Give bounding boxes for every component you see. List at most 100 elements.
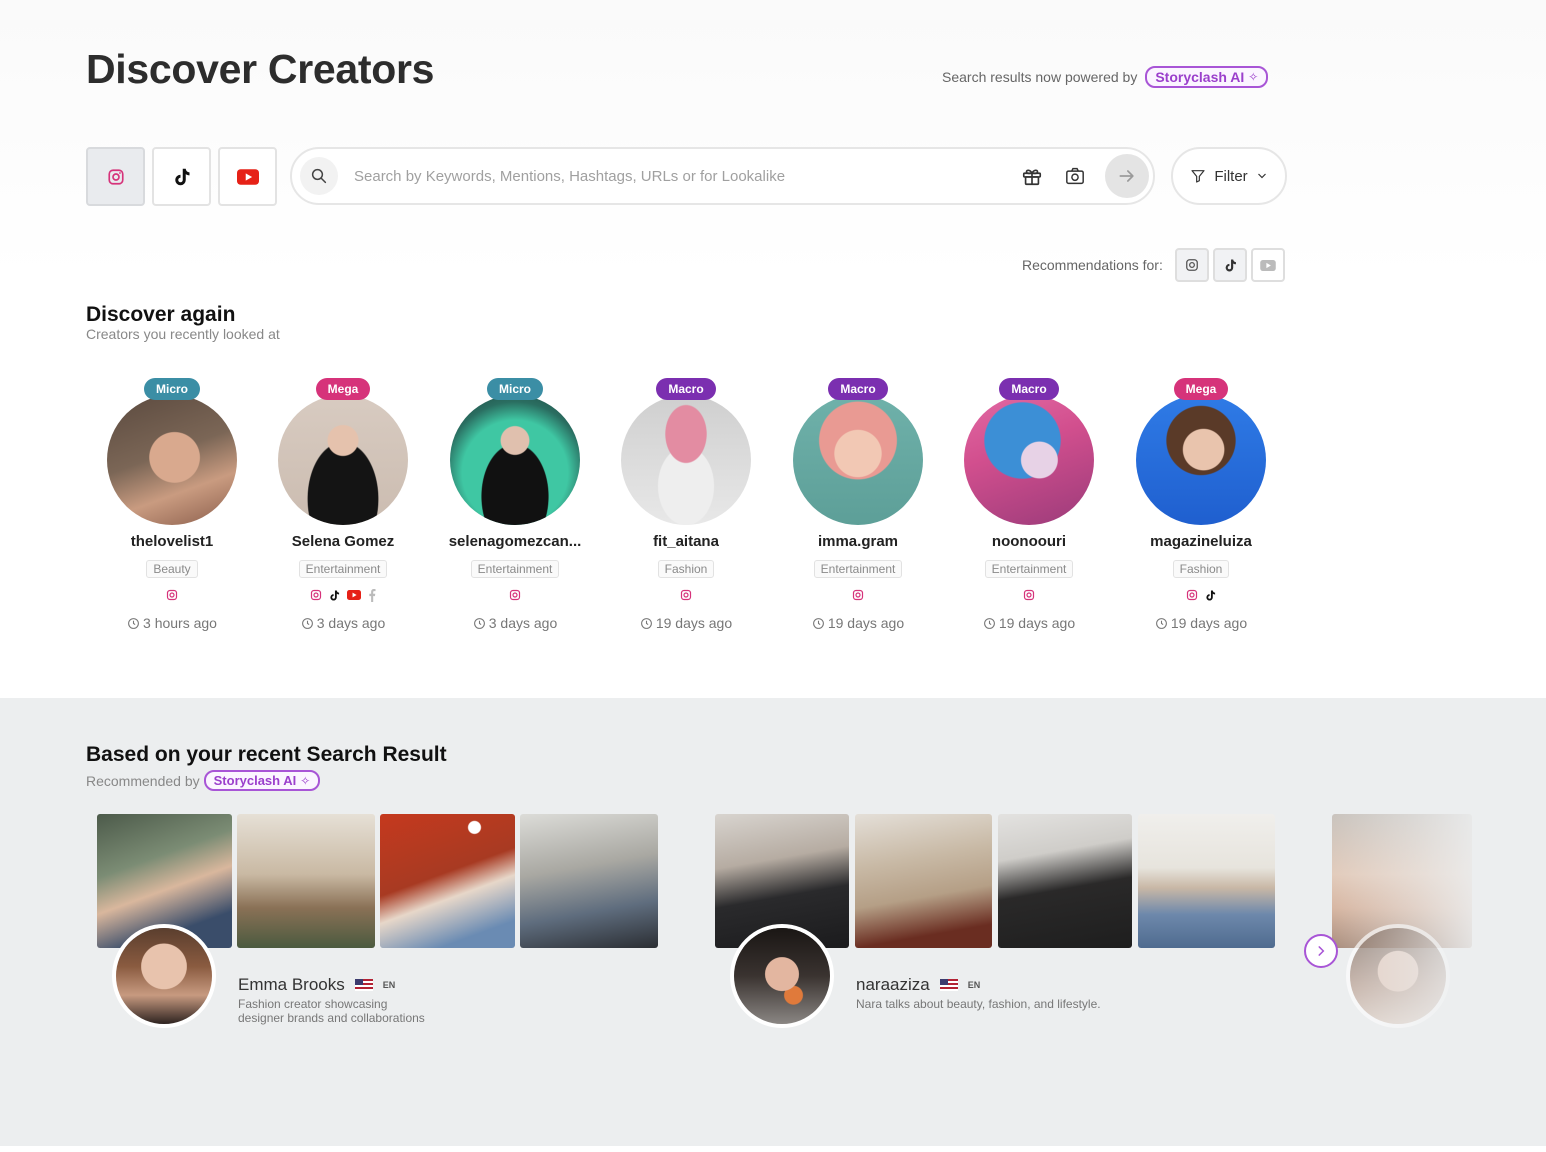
search-input[interactable] bbox=[354, 163, 994, 189]
creator-post-image[interactable] bbox=[998, 814, 1132, 948]
tier-badge: Macro bbox=[656, 378, 716, 400]
search-submit-button[interactable] bbox=[1105, 154, 1149, 198]
last-viewed-time: 3 hours ago bbox=[143, 615, 217, 631]
creator-avatar[interactable] bbox=[450, 395, 580, 525]
category-tag: Entertainment bbox=[298, 560, 388, 578]
storyclash-ai-badge[interactable]: Storyclash AI ✧ bbox=[203, 770, 321, 791]
tiktok-icon bbox=[174, 168, 189, 185]
powered-by-notice: Search results now powered by Storyclash… bbox=[942, 66, 1269, 88]
tiktok-platform-button[interactable] bbox=[152, 147, 211, 206]
category-tag: Entertainment bbox=[984, 560, 1074, 578]
creator-name[interactable]: fit_aitana bbox=[653, 533, 719, 550]
last-viewed: 19 days ago bbox=[983, 615, 1075, 631]
filter-button[interactable]: Filter bbox=[1171, 147, 1287, 205]
clock-icon bbox=[128, 617, 139, 629]
category-tag: Entertainment bbox=[813, 560, 903, 578]
creator-card[interactable]: Macro imma.gram Entertainment 19 days ago bbox=[772, 378, 944, 638]
creator-card[interactable]: Mega magazineluiza Fashion 19 days ago bbox=[1115, 378, 1287, 638]
search-icon[interactable] bbox=[300, 157, 338, 195]
instagram-icon bbox=[680, 589, 692, 601]
creator-avatar[interactable] bbox=[112, 924, 216, 1028]
creator-card[interactable]: Micro selenagomezcan... Entertainment 3 day… bbox=[429, 378, 601, 638]
storyclash-ai-label: Storyclash AI bbox=[1155, 69, 1245, 85]
tiktok-icon bbox=[1225, 259, 1236, 271]
creator-avatar[interactable] bbox=[278, 395, 408, 525]
page-title: Discover Creators bbox=[86, 46, 435, 92]
recommend-instagram-button[interactable] bbox=[1175, 248, 1209, 282]
category-tag: Entertainment bbox=[470, 560, 560, 578]
creator-post-image[interactable] bbox=[1138, 814, 1275, 948]
last-viewed: 19 days ago bbox=[640, 615, 732, 631]
last-viewed-time: 19 days ago bbox=[1170, 615, 1248, 631]
gift-icon[interactable] bbox=[1019, 163, 1045, 189]
creator-card[interactable]: Macro fit_aitana Fashion 19 days ago bbox=[600, 378, 772, 638]
camera-icon[interactable] bbox=[1062, 163, 1088, 189]
chevron-down-icon bbox=[1257, 173, 1266, 179]
storyclash-ai-badge[interactable]: Storyclash AI ✧ bbox=[1145, 66, 1269, 88]
sparkle-icon: ✧ bbox=[300, 773, 311, 788]
creator-name[interactable]: thelovelist1 bbox=[131, 533, 214, 550]
creator-post-image[interactable] bbox=[237, 814, 375, 948]
category-tag: Beauty bbox=[146, 560, 198, 578]
creator-name[interactable]: magazineluiza bbox=[1150, 533, 1252, 550]
instagram-icon bbox=[310, 589, 322, 601]
facebook-icon bbox=[369, 588, 376, 602]
creator-card[interactable]: Mega Selena Gomez Entertainment 3 days ago bbox=[257, 378, 429, 638]
clock-icon bbox=[301, 617, 313, 629]
recommended-by-text: Recommended by bbox=[86, 772, 200, 789]
recommended-creator-name[interactable]: Emma Brooks EN bbox=[238, 975, 395, 995]
creator-name: Emma Brooks bbox=[238, 975, 345, 994]
creator-card[interactable]: Macro noonoouri Entertainment 19 days ago bbox=[943, 378, 1115, 638]
last-viewed: 19 days ago bbox=[812, 615, 904, 631]
creator-avatar[interactable] bbox=[1136, 395, 1266, 525]
platform-icons bbox=[509, 587, 521, 603]
youtube-platform-button[interactable] bbox=[218, 147, 277, 206]
us-flag-icon bbox=[354, 979, 373, 991]
youtube-icon bbox=[236, 168, 259, 185]
discover-again-subtitle: Creators you recently looked at bbox=[86, 326, 280, 342]
creator-name[interactable]: Selena Gomez bbox=[292, 533, 395, 550]
discover-again-title: Discover again bbox=[86, 303, 236, 326]
creator-avatar[interactable] bbox=[107, 395, 237, 525]
carousel-next-button[interactable] bbox=[1304, 934, 1338, 968]
filter-icon bbox=[1191, 170, 1205, 183]
creator-name[interactable]: noonoouri bbox=[992, 533, 1066, 550]
last-viewed: 3 days ago bbox=[301, 615, 386, 631]
creator-name[interactable]: selenagomezcan... bbox=[449, 533, 582, 550]
clock-icon bbox=[473, 617, 485, 629]
creator-card[interactable]: Micro thelovelist1 Beauty 3 hours ago bbox=[86, 378, 258, 638]
recent-search-title: Based on your recent Search Result bbox=[86, 743, 447, 766]
creator-name: naraaziza bbox=[856, 975, 930, 994]
creator-name[interactable]: imma.gram bbox=[818, 533, 898, 550]
search-bar bbox=[290, 147, 1155, 205]
creator-avatar[interactable] bbox=[793, 395, 923, 525]
tier-badge: Macro bbox=[828, 378, 888, 400]
sparkle-icon: ✧ bbox=[1248, 70, 1259, 84]
creator-post-image[interactable] bbox=[520, 814, 658, 948]
carousel-fade bbox=[1330, 800, 1546, 1040]
last-viewed-time: 3 days ago bbox=[316, 615, 386, 631]
instagram-icon bbox=[166, 589, 178, 601]
creator-post-image[interactable] bbox=[380, 814, 515, 948]
creator-post-image[interactable] bbox=[855, 814, 992, 948]
category-tag: Fashion bbox=[657, 560, 715, 578]
clock-icon bbox=[812, 617, 824, 629]
instagram-icon bbox=[107, 168, 124, 185]
language-code: EN bbox=[967, 980, 981, 990]
last-viewed: 19 days ago bbox=[1155, 615, 1247, 631]
creator-avatar[interactable] bbox=[621, 395, 751, 525]
tiktok-icon bbox=[330, 589, 340, 601]
last-viewed-time: 19 days ago bbox=[655, 615, 733, 631]
instagram-platform-button[interactable] bbox=[86, 147, 145, 206]
creator-avatar[interactable] bbox=[730, 924, 834, 1028]
last-viewed-time: 3 days ago bbox=[488, 615, 558, 631]
language-code: EN bbox=[382, 980, 396, 990]
recommended-creator-name[interactable]: naraaziza EN bbox=[856, 975, 980, 995]
chevron-right-icon bbox=[1318, 946, 1325, 956]
platform-icons bbox=[680, 587, 692, 603]
powered-by-text: Search results now powered by bbox=[942, 69, 1138, 85]
description-line: Nara talks about beauty, fashion, and li… bbox=[856, 997, 1101, 1011]
recommend-tiktok-button[interactable] bbox=[1213, 248, 1247, 282]
creator-avatar[interactable] bbox=[964, 395, 1094, 525]
recommend-youtube-button[interactable] bbox=[1251, 248, 1285, 282]
